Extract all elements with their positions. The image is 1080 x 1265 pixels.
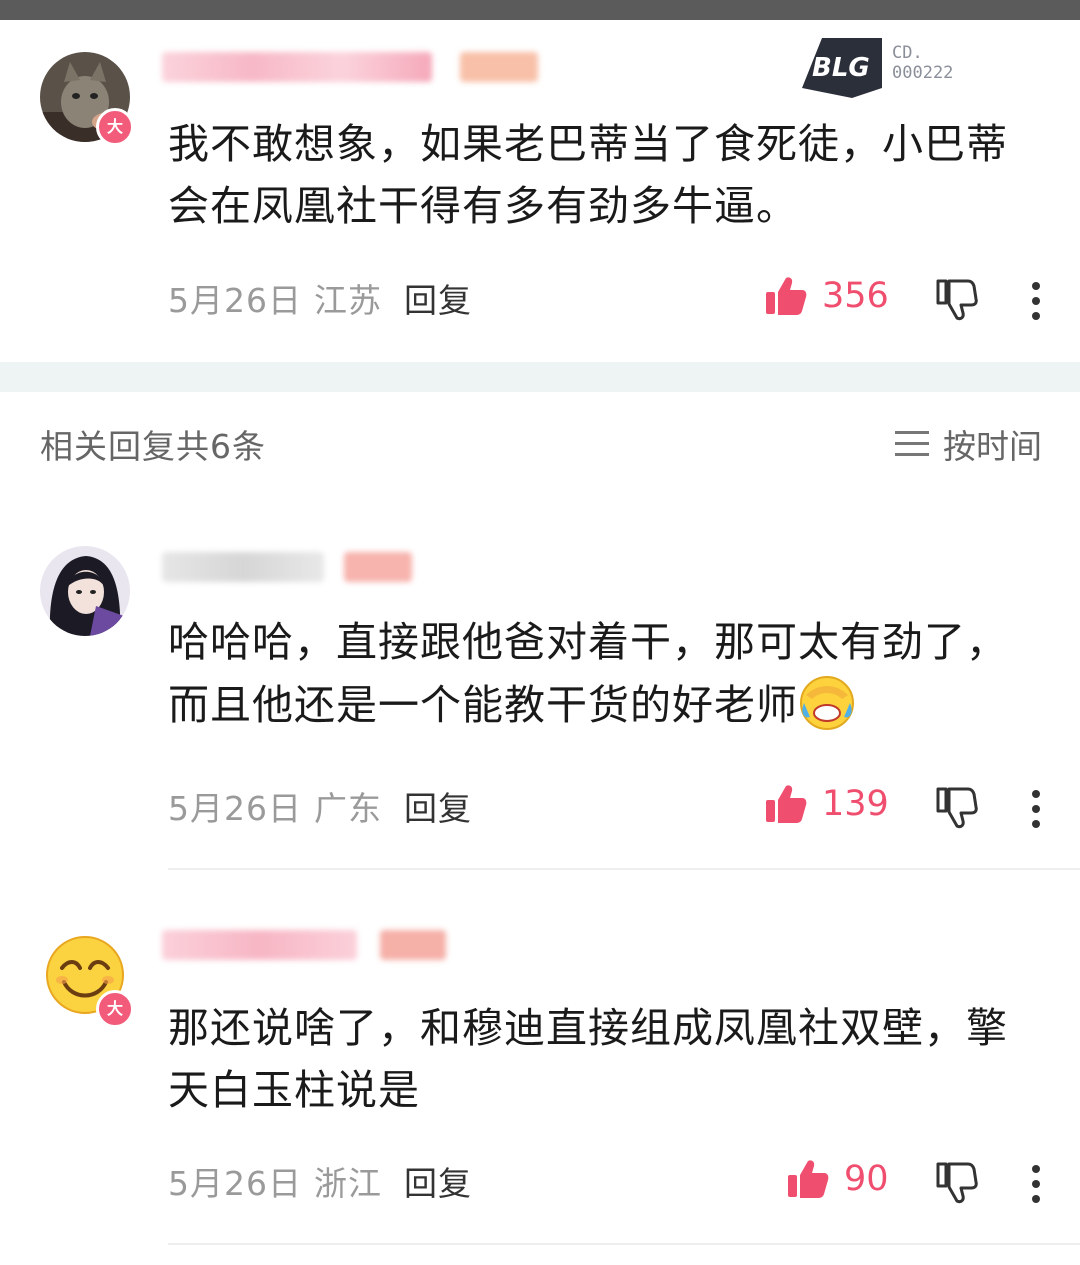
more-options-icon[interactable] xyxy=(1031,1161,1041,1205)
comment-text: 我不敢想象，如果老巴蒂当了食死徒，小巴蒂会在凤凰社干得有多有劲多牛逼。 xyxy=(168,120,1008,230)
like-count: 139 xyxy=(822,784,889,824)
reply-location: 浙江 xyxy=(314,1164,382,1203)
thumbs-down-icon[interactable] xyxy=(934,277,978,321)
avatar-girl[interactable] xyxy=(40,546,130,636)
like-count: 90 xyxy=(844,1159,889,1199)
reply-location: 广东 xyxy=(314,789,382,828)
thumbs-down-icon[interactable] xyxy=(934,785,978,829)
user-tag-blurred xyxy=(380,930,446,960)
user-tag-blurred xyxy=(344,552,412,582)
reply-text: 那还说啥了，和穆迪直接组成凤凰社双壁，擎天白玉柱说是 xyxy=(168,1004,1008,1114)
reply-text-content: 哈哈哈，直接跟他爸对着干，那可太有劲了，而且他还是一个能教干货的好老师 xyxy=(168,618,1008,729)
logo-line2: 000222 xyxy=(892,63,953,83)
like-count: 356 xyxy=(822,276,889,316)
sort-by-time-button[interactable]: 按时间 xyxy=(895,420,1042,468)
sort-label: 按时间 xyxy=(943,427,1042,466)
reply-text: 哈哈哈，直接跟他爸对着干，那可太有劲了，而且他还是一个能教干货的好老师 xyxy=(168,611,1028,736)
svg-text:BLG: BLG xyxy=(812,53,870,83)
username-blurred[interactable] xyxy=(162,930,357,960)
reply-separator xyxy=(168,868,1080,870)
reply-separator xyxy=(168,1243,1080,1245)
username-blurred[interactable] xyxy=(162,552,324,582)
section-divider xyxy=(0,362,1080,392)
more-options-icon[interactable] xyxy=(1031,278,1041,322)
girl-avatar-image xyxy=(40,546,130,636)
reply-button[interactable]: 回复 xyxy=(404,1164,472,1203)
comment-main: 大 BLG CD. 000222 我不敢想象，如果老巴蒂当了食死徒，小巴蒂会在凤… xyxy=(0,0,1080,360)
user-tag-blurred xyxy=(460,52,538,82)
logo-line1: CD. xyxy=(892,43,923,63)
reply-button[interactable]: 回复 xyxy=(404,789,472,828)
more-options-icon[interactable] xyxy=(1031,786,1041,830)
like-button[interactable]: 139 xyxy=(764,782,889,826)
username-blurred[interactable] xyxy=(162,52,432,82)
replies-count-title: 相关回复共6条 xyxy=(40,427,266,466)
thumbs-up-icon xyxy=(788,1160,829,1198)
like-button[interactable]: 90 xyxy=(786,1157,889,1201)
reply-date: 5月26日 xyxy=(168,789,302,828)
laugh-cry-emoji-icon xyxy=(800,676,854,730)
like-button[interactable]: 356 xyxy=(764,274,889,318)
vip-badge: 大 xyxy=(96,990,134,1028)
watermark-logo: BLG CD. 000222 xyxy=(802,38,953,98)
comment-meta: 5月26日 江苏 回复 xyxy=(168,274,472,322)
comment-location: 江苏 xyxy=(314,281,382,320)
comment-date: 5月26日 xyxy=(168,281,302,320)
thumbs-up-icon xyxy=(766,277,807,315)
sort-icon xyxy=(895,431,929,457)
thumbs-up-icon xyxy=(766,785,807,823)
vip-badge: 大 xyxy=(96,108,134,146)
reply-date: 5月26日 xyxy=(168,1164,302,1203)
reply-meta: 5月26日 广东 回复 xyxy=(168,782,472,830)
thumbs-down-icon[interactable] xyxy=(934,1160,978,1204)
reply-button[interactable]: 回复 xyxy=(404,281,472,320)
reply-meta: 5月26日 浙江 回复 xyxy=(168,1157,472,1205)
